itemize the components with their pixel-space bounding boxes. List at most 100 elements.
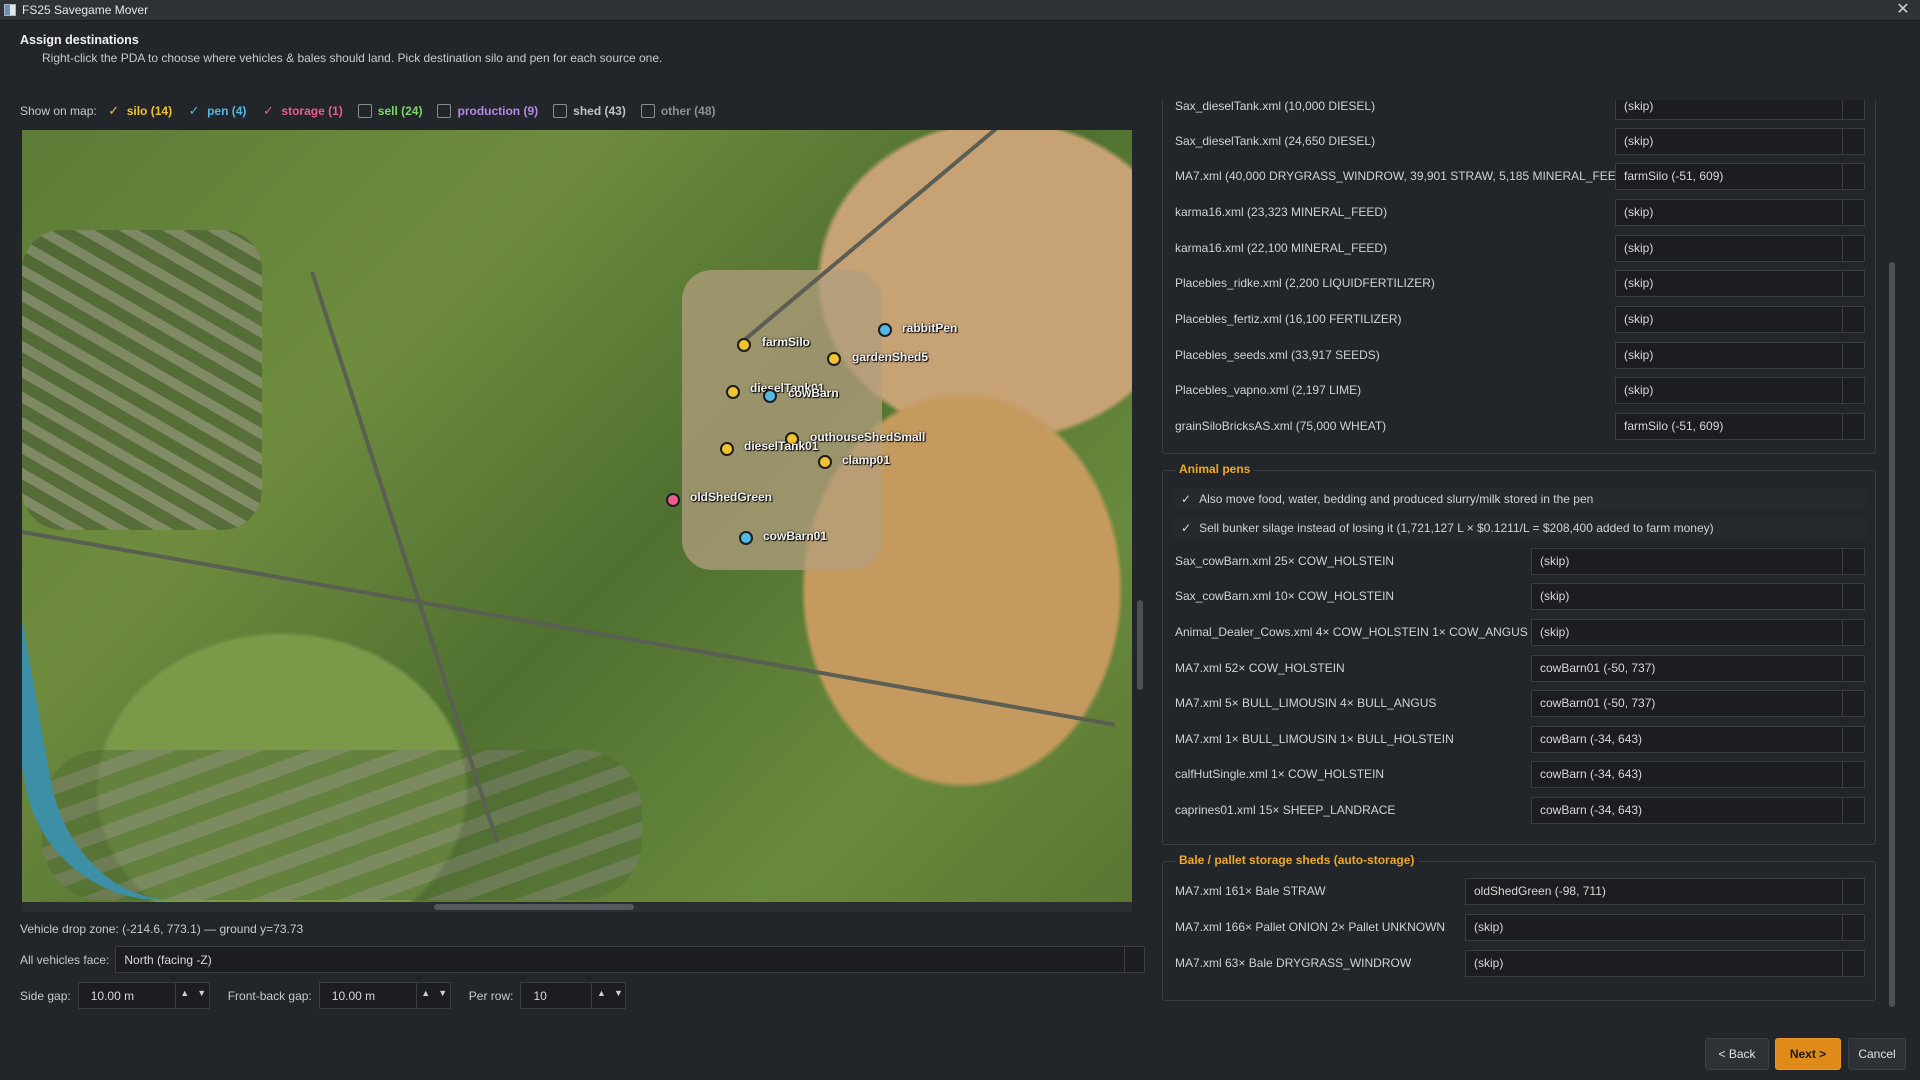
scrollbar-thumb[interactable] — [434, 904, 634, 910]
silo-destination-select[interactable]: (skip) — [1615, 234, 1865, 262]
map-marker-farmsilo[interactable] — [737, 338, 751, 352]
move-food-checkbox[interactable]: ✓ Also move food, water, bedding and prod… — [1175, 488, 1865, 510]
shed-row: MA7.xml 166× Pallet ONION 2× Pallet UNKN… — [1175, 912, 1865, 942]
pen-destination-select[interactable]: (skip) — [1531, 582, 1865, 610]
pen-destination-select[interactable]: cowBarn (-34, 643) — [1531, 760, 1865, 788]
map-marker-clamp01[interactable] — [818, 455, 832, 469]
back-button[interactable]: < Back — [1705, 1038, 1769, 1070]
spin-down-icon[interactable]: ▼ — [611, 988, 625, 998]
spin-up-icon[interactable]: ▲ — [594, 988, 608, 998]
pen-destination-select[interactable]: cowBarn01 (-50, 737) — [1531, 689, 1865, 717]
app-icon — [4, 4, 16, 16]
dropdown-arrow-icon[interactable] — [1842, 128, 1864, 154]
sell-silage-checkbox[interactable]: ✓ Sell bunker silage instead of losing it… — [1175, 517, 1865, 539]
dropdown-arrow-icon[interactable] — [1842, 235, 1864, 261]
map-vertical-scrollbar[interactable] — [1136, 130, 1144, 902]
silo-row: Placebles_vapno.xml (2,197 LIME) (skip) — [1175, 375, 1865, 405]
spin-divider — [415, 983, 417, 1008]
silo-destination-select[interactable]: (skip) — [1615, 341, 1865, 369]
spin-up-icon[interactable]: ▲ — [419, 988, 433, 998]
pen-destination-select[interactable]: (skip) — [1531, 618, 1865, 646]
scrollbar-thumb[interactable] — [1889, 262, 1895, 1007]
silo-destination-select[interactable]: (skip) — [1615, 376, 1865, 404]
dropdown-arrow-icon[interactable] — [1842, 655, 1864, 681]
dropdown-arrow-icon[interactable] — [1842, 377, 1864, 403]
pen-destination-select[interactable]: cowBarn (-34, 643) — [1531, 725, 1865, 753]
silo-destination-value: (skip) — [1624, 312, 1654, 326]
spin-down-icon[interactable]: ▼ — [436, 988, 450, 998]
silo-group: Sax_dieselTank.xml (10,000 DIESEL) (skip)… — [1162, 100, 1876, 454]
map-marker-oldshedgreen[interactable] — [666, 493, 680, 507]
map-marker-gardenshed5[interactable] — [827, 352, 841, 366]
front-gap-label: Front-back gap: — [227, 988, 312, 1003]
filter-sell[interactable]: sell (24) — [357, 104, 422, 118]
filter-pen[interactable]: ✓ pen (4) — [187, 103, 247, 118]
silo-destination-select[interactable]: (skip) — [1615, 269, 1865, 297]
dropdown-arrow-icon[interactable] — [1842, 163, 1864, 189]
dropdown-arrow-icon[interactable] — [1842, 797, 1864, 823]
map-view[interactable]: rabbitPen farmSilo gardenShed5 dieselTan… — [22, 130, 1132, 902]
map-marker-dieseltank01-b[interactable] — [720, 442, 734, 456]
dropdown-arrow-icon[interactable] — [1842, 199, 1864, 225]
filter-storage[interactable]: ✓ storage (1) — [261, 103, 343, 118]
silo-destination-select[interactable]: (skip) — [1615, 127, 1865, 155]
drop-zone-readout: Vehicle drop zone: (-214.6, 773.1) — gro… — [20, 922, 304, 936]
dropdown-arrow-icon[interactable] — [1124, 947, 1144, 972]
shed-destination-select[interactable]: oldShedGreen (-98, 711) — [1465, 877, 1865, 905]
dropdown-arrow-icon[interactable] — [1842, 306, 1864, 332]
silo-source: karma16.xml (23,323 MINERAL_FEED) — [1175, 205, 1388, 219]
shed-source: MA7.xml 63× Bale DRYGRASS_WINDROW — [1175, 956, 1412, 970]
dropdown-arrow-icon[interactable] — [1842, 761, 1864, 787]
shed-destination-select[interactable]: (skip) — [1465, 949, 1865, 977]
spin-divider — [174, 983, 176, 1008]
filter-other[interactable]: other (48) — [640, 104, 716, 118]
dropdown-arrow-icon[interactable] — [1842, 726, 1864, 752]
side-gap-spinbox[interactable]: 10.00 m ▲ ▼ — [77, 982, 210, 1009]
dropdown-arrow-icon[interactable] — [1842, 950, 1864, 976]
close-icon[interactable]: ✕ — [1894, 1, 1912, 19]
silo-destination-select[interactable]: (skip) — [1615, 100, 1865, 120]
pen-destination-select[interactable]: (skip) — [1531, 547, 1865, 575]
filter-production[interactable]: production (9) — [437, 104, 538, 118]
checkbox-icon — [640, 104, 655, 118]
per-row-spinbox[interactable]: 10 ▲ ▼ — [520, 982, 627, 1009]
map-marker-cowbarn[interactable] — [763, 389, 777, 403]
silo-destination-select[interactable]: (skip) — [1615, 305, 1865, 333]
dropdown-arrow-icon[interactable] — [1842, 100, 1864, 119]
pen-destination-select[interactable]: cowBarn01 (-50, 737) — [1531, 654, 1865, 682]
silo-source: Sax_dieselTank.xml (24,650 DIESEL) — [1175, 134, 1376, 148]
facing-select[interactable]: North (facing -Z) — [115, 946, 1146, 973]
pen-destination-select[interactable]: cowBarn (-34, 643) — [1531, 796, 1865, 824]
dropdown-arrow-icon[interactable] — [1842, 914, 1864, 940]
side-gap-value: 10.00 m — [90, 988, 135, 1003]
cancel-button[interactable]: Cancel — [1848, 1038, 1906, 1070]
pen-row: MA7.xml 1× BULL_LIMOUSIN 1× BULL_HOLSTEI… — [1175, 724, 1865, 754]
assignment-vertical-scrollbar[interactable] — [1887, 100, 1897, 1007]
map-marker-dieseltank01[interactable] — [726, 385, 740, 399]
dropdown-arrow-icon[interactable] — [1842, 342, 1864, 368]
dropdown-arrow-icon[interactable] — [1842, 878, 1864, 904]
dropdown-arrow-icon[interactable] — [1842, 690, 1864, 716]
dropdown-arrow-icon[interactable] — [1842, 270, 1864, 296]
shed-destination-select[interactable]: (skip) — [1465, 913, 1865, 941]
map-marker-rabbitpen[interactable] — [878, 323, 892, 337]
dropdown-arrow-icon[interactable] — [1842, 413, 1864, 439]
filter-shed[interactable]: shed (43) — [553, 104, 626, 118]
dropdown-arrow-icon[interactable] — [1842, 583, 1864, 609]
map-marker-cowbarn01[interactable] — [739, 531, 753, 545]
dropdown-arrow-icon[interactable] — [1842, 548, 1864, 574]
silo-row: grainSiloBricksAS.xml (75,000 WHEAT) farm… — [1175, 411, 1865, 441]
dropdown-arrow-icon[interactable] — [1842, 619, 1864, 645]
next-button[interactable]: Next > — [1775, 1038, 1841, 1070]
front-gap-spinbox[interactable]: 10.00 m ▲ ▼ — [318, 982, 451, 1009]
spin-up-icon[interactable]: ▲ — [178, 988, 192, 998]
map-horizontal-scrollbar[interactable] — [22, 902, 1132, 912]
spin-down-icon[interactable]: ▼ — [195, 988, 209, 998]
silo-destination-select[interactable]: farmSilo (-51, 609) — [1615, 162, 1865, 190]
silo-destination-select[interactable]: farmSilo (-51, 609) — [1615, 412, 1865, 440]
pen-row: MA7.xml 52× COW_HOLSTEIN cowBarn01 (-50, … — [1175, 653, 1865, 683]
scrollbar-thumb[interactable] — [1137, 600, 1143, 690]
filter-silo[interactable]: ✓ silo (14) — [107, 103, 172, 118]
silo-destination-value: (skip) — [1624, 100, 1654, 113]
silo-destination-select[interactable]: (skip) — [1615, 198, 1865, 226]
